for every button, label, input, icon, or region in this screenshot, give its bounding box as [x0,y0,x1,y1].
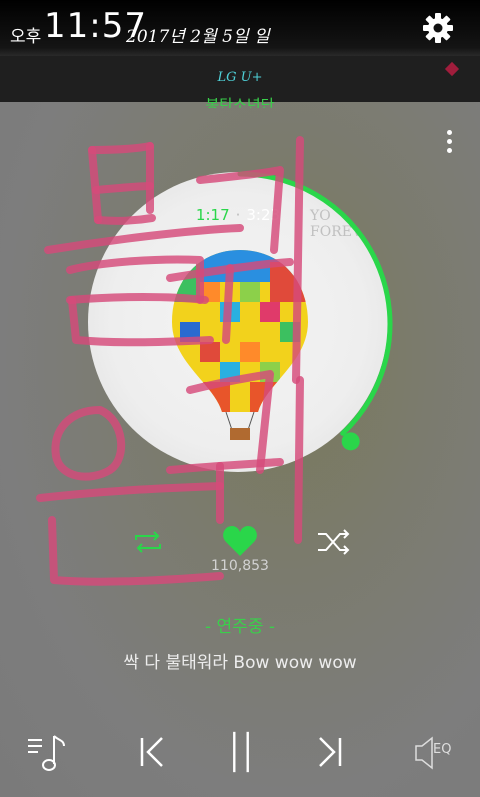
status-bar: 오후 11:57 2017년 2월 5일 일 [0,0,480,56]
progress-ring[interactable] [82,166,398,482]
pause-icon[interactable] [226,728,256,776]
eq-label[interactable]: EQ [433,742,451,757]
like-count: 110,853 [211,558,269,574]
playing-status: - 연주중 - [205,617,275,637]
more-options-icon[interactable] [438,126,460,156]
repeat-icon[interactable] [130,528,166,556]
carrier-name: LG U+ [217,70,263,85]
status-date: 2017년 2월 5일 일 [126,27,270,47]
song-title: 봉탄소년단 [205,96,275,108]
album-disc[interactable]: 1:17 · 3:23 YO FOREV [88,170,393,474]
next-track-icon[interactable] [312,728,346,776]
status-ampm: 오후 [10,27,42,47]
heart-icon[interactable] [222,524,258,558]
shuffle-icon[interactable] [316,528,352,556]
playlist-icon[interactable] [26,728,70,776]
gear-icon[interactable] [420,10,456,46]
lyrics-line[interactable]: 싹 다 불태워라 Bow wow wow [0,648,480,673]
transport-bar [0,720,480,790]
previous-track-icon[interactable] [136,728,170,776]
